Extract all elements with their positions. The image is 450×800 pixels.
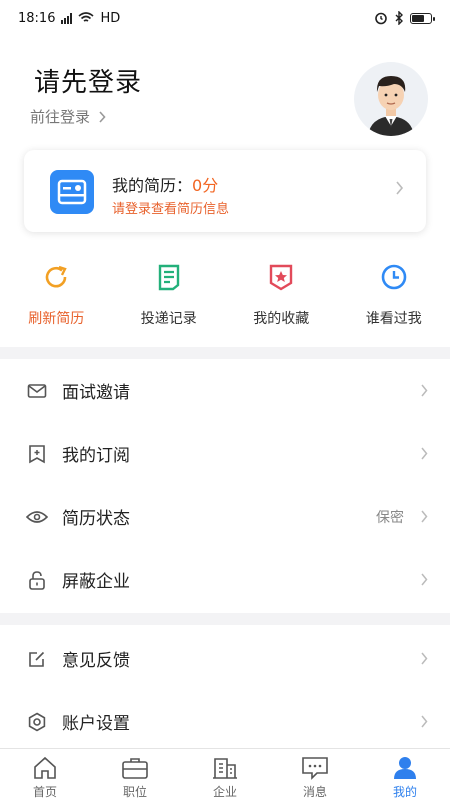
- menu-item-interview-invitations[interactable]: 面试邀请: [0, 359, 450, 422]
- avatar[interactable]: [354, 62, 428, 136]
- menu-item-resume-status[interactable]: 简历状态 保密: [0, 485, 450, 548]
- nav-label: 消息: [302, 785, 327, 799]
- eye-icon: [26, 506, 48, 528]
- nav-label: 我的: [392, 785, 417, 799]
- resume-hint: 请登录查看简历信息: [112, 202, 230, 217]
- battery-icon: [410, 12, 435, 24]
- resume-score: 0分: [192, 176, 219, 195]
- chevron-right-icon: [421, 510, 428, 523]
- login-title[interactable]: 请先登录: [34, 62, 142, 99]
- subscribe-icon: [26, 443, 48, 465]
- chevron-right-icon: [396, 181, 404, 195]
- menu-label: 我的订阅: [62, 446, 130, 466]
- chevron-right-icon: [99, 110, 106, 123]
- menu-item-account-settings[interactable]: 账户设置: [0, 690, 450, 753]
- quick-action-label: 投递记录: [140, 311, 197, 327]
- nav-label: 企业: [212, 785, 237, 799]
- menu-item-my-subscriptions[interactable]: 我的订阅: [0, 422, 450, 485]
- section-divider: [0, 347, 450, 359]
- lock-icon: [26, 569, 48, 591]
- wifi-icon: [78, 12, 94, 22]
- go-login-link[interactable]: 前往登录: [30, 106, 106, 127]
- building-icon: [211, 756, 239, 780]
- chevron-right-icon: [421, 652, 428, 665]
- status-left: 18:16 HD: [18, 11, 120, 26]
- refresh-icon: [41, 262, 71, 292]
- avatar-illustration: [368, 76, 414, 136]
- menu-label: 账户设置: [62, 714, 130, 734]
- quick-action-delivery-record[interactable]: 投递记录: [113, 262, 226, 342]
- quick-action-label: 谁看过我: [365, 311, 422, 327]
- nav-companies[interactable]: 企业: [180, 749, 270, 800]
- chevron-right-icon: [421, 573, 428, 586]
- gear-icon: [26, 711, 48, 733]
- chevron-right-icon: [421, 384, 428, 397]
- clock-icon: [379, 262, 409, 292]
- quick-action-refresh-resume[interactable]: 刷新简历: [0, 262, 113, 342]
- briefcase-icon: [121, 756, 149, 780]
- chevron-right-icon: [421, 715, 428, 728]
- resume-icon: [50, 170, 94, 214]
- menu-label: 屏蔽企业: [62, 572, 130, 592]
- bluetooth-icon: [395, 11, 403, 25]
- menu-label: 意见反馈: [62, 651, 130, 671]
- favorites-icon: [266, 262, 296, 292]
- signal-icon: [61, 12, 73, 24]
- bottom-nav: 首页 职位 企业 消息 我的: [0, 748, 450, 800]
- menu-label: 面试邀请: [62, 383, 130, 403]
- edit-icon: [26, 648, 48, 670]
- quick-actions: 刷新简历 投递记录 我的收藏 谁看过我: [0, 262, 450, 342]
- go-login-label: 前往登录: [30, 108, 91, 126]
- menu-item-block-companies[interactable]: 屏蔽企业: [0, 548, 450, 611]
- nav-label: 职位: [122, 785, 147, 799]
- resume-status-value: 保密: [376, 509, 404, 526]
- user-icon: [391, 756, 419, 780]
- quick-action-who-viewed-me[interactable]: 谁看过我: [338, 262, 450, 342]
- quick-action-favorites[interactable]: 我的收藏: [225, 262, 338, 342]
- delivery-record-icon: [154, 262, 184, 292]
- message-icon: [301, 756, 329, 780]
- quick-action-label: 刷新简历: [28, 311, 85, 327]
- nav-jobs[interactable]: 职位: [90, 749, 180, 800]
- resume-title: 我的简历：0分: [112, 172, 218, 196]
- chevron-right-icon: [421, 447, 428, 460]
- status-bar: 18:16 HD: [0, 0, 450, 36]
- nav-messages[interactable]: 消息: [270, 749, 360, 800]
- quick-action-label: 我的收藏: [253, 311, 310, 327]
- nav-mine[interactable]: 我的: [360, 749, 450, 800]
- menu-item-feedback[interactable]: 意见反馈: [0, 627, 450, 690]
- resume-title-label: 我的简历：: [112, 176, 193, 195]
- status-time: 18:16: [18, 10, 56, 26]
- resume-card[interactable]: 我的简历：0分 请登录查看简历信息: [24, 150, 426, 232]
- nav-label: 首页: [32, 785, 57, 799]
- menu-label: 简历状态: [62, 509, 130, 529]
- nav-home[interactable]: 首页: [0, 749, 90, 800]
- home-icon: [31, 756, 59, 780]
- network-label: HD: [100, 10, 121, 26]
- profile-header: 请先登录 前往登录: [0, 36, 450, 146]
- mail-icon: [26, 380, 48, 402]
- section-divider: [0, 613, 450, 625]
- status-right: [374, 11, 435, 25]
- alarm-icon: [375, 12, 387, 25]
